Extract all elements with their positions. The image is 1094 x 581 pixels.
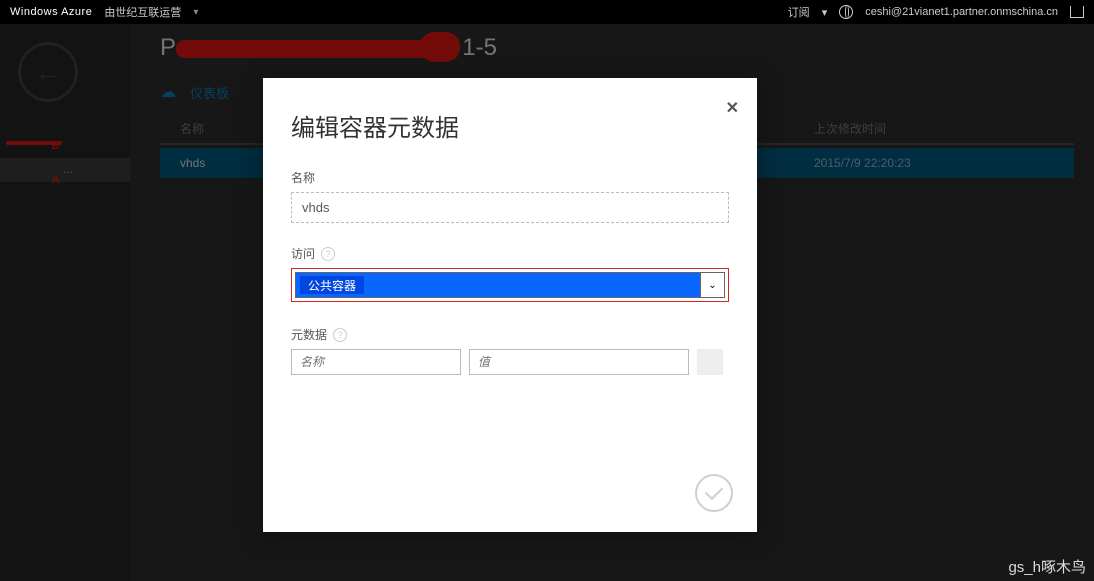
help-icon[interactable]: ? — [321, 247, 335, 261]
confirm-button[interactable] — [695, 474, 733, 512]
access-select-highlight: 公共容器 ⌄ — [291, 268, 729, 302]
subscription-label[interactable]: 订阅 — [788, 4, 810, 20]
name-label: 名称 — [291, 169, 729, 186]
metadata-label: 元数据 ? — [291, 326, 729, 343]
access-select-value: 公共容器 — [300, 276, 364, 294]
name-field: vhds — [291, 192, 729, 223]
subscription-operator: 由世纪互联运营 — [104, 4, 181, 20]
user-email[interactable]: ceshi@21vianet1.partner.onmschina.cn — [865, 6, 1058, 18]
metadata-name-input[interactable] — [291, 349, 461, 375]
metadata-action-button[interactable] — [697, 349, 723, 375]
access-select[interactable]: 公共容器 ⌄ — [295, 272, 725, 298]
cart-icon[interactable] — [1070, 6, 1084, 18]
brand-label: Windows Azure — [10, 6, 92, 18]
chevron-down-icon[interactable]: ▾ — [193, 7, 198, 18]
edit-container-metadata-modal: ✕ 编辑容器元数据 名称 vhds 访问 ? 公共容器 ⌄ 元数据 ? — [263, 78, 757, 532]
help-icon[interactable]: ? — [333, 328, 347, 342]
filter-icon[interactable]: ▾ — [822, 6, 828, 19]
metadata-value-input[interactable] — [469, 349, 689, 375]
chevron-down-icon[interactable]: ⌄ — [700, 273, 724, 297]
watermark: gs_h啄木鸟 — [1008, 556, 1086, 577]
close-icon[interactable]: ✕ — [726, 98, 739, 118]
top-bar: Windows Azure 由世纪互联运营 ▾ 订阅 ▾ ceshi@21via… — [0, 0, 1094, 24]
modal-title: 编辑容器元数据 — [291, 108, 729, 143]
metadata-row — [291, 349, 729, 375]
access-label: 访问 ? — [291, 245, 729, 262]
globe-icon[interactable] — [839, 5, 853, 19]
